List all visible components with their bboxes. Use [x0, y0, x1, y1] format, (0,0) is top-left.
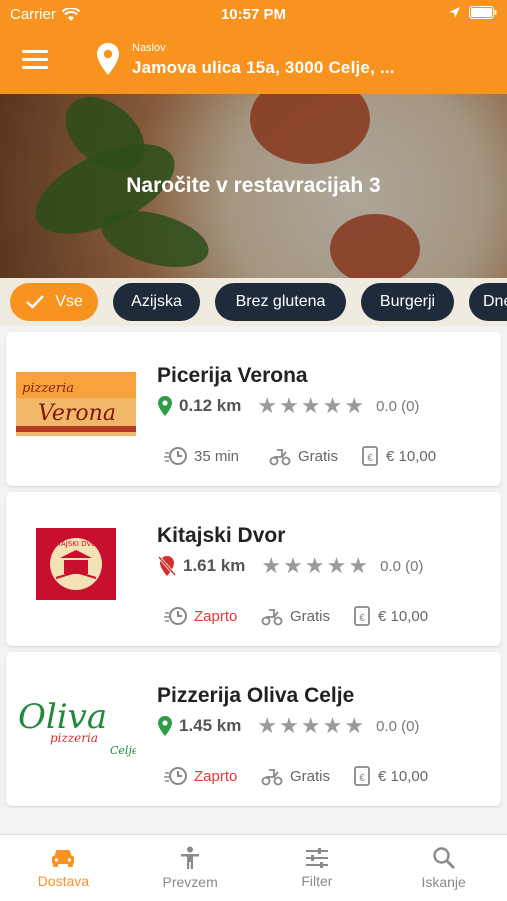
- restaurant-name: Pizzerija Oliva Celje: [157, 684, 355, 707]
- distance: 0.12 km: [179, 396, 242, 415]
- restaurant-card[interactable]: Oliva pizzeria Celje Pizzerija Oliva Cel…: [6, 652, 501, 806]
- distance-rating-row: 1.61 km ★ ★ ★ ★ ★ 0.0 (0): [157, 554, 423, 578]
- logo-text2: pizzeria: [50, 731, 98, 745]
- logo-text2: Verona: [38, 401, 116, 426]
- svg-text:€: €: [359, 773, 365, 784]
- battery-icon: [469, 6, 497, 19]
- tab-label: Filter: [301, 873, 333, 889]
- delivery-fee-value: Gratis: [290, 607, 331, 625]
- category-chips: Vse Azijska Brez glutena Burgerji Dne: [0, 278, 507, 326]
- tab-iskanje[interactable]: Iskanje: [380, 835, 507, 901]
- restaurant-meta: Zaprto Gratis € € 10,00: [164, 764, 428, 788]
- checkmark-icon: [26, 295, 45, 309]
- delivery-fee: Gratis: [260, 766, 352, 786]
- receipt-icon: €: [354, 766, 370, 786]
- rating-value: 0.0 (0): [380, 557, 424, 575]
- delivery-time: Zaprto: [164, 606, 260, 626]
- restaurant-name: Picerija Verona: [157, 364, 308, 387]
- receipt-icon: €: [354, 606, 370, 626]
- svg-text:€: €: [359, 613, 365, 624]
- delivery-time: Zaprto: [164, 766, 260, 786]
- location-pin-icon: [158, 716, 172, 736]
- filter-sliders-icon: [305, 848, 328, 868]
- chip-label: Azijska: [131, 293, 182, 310]
- chip-label: Brez glutena: [235, 293, 326, 310]
- chip-label: Vse: [55, 293, 83, 310]
- chip-label: Dne: [483, 293, 507, 310]
- distance-rating-row: 1.45 km ★ ★ ★ ★ ★ 0.0 (0): [157, 714, 419, 738]
- delivery-fee-value: Gratis: [290, 767, 331, 785]
- delivery-address-selector[interactable]: Jamova ulica 15a, 3000 Celje, ...: [132, 58, 395, 78]
- closed-status: Zaprto: [194, 607, 238, 625]
- chip-vse[interactable]: Vse: [10, 283, 98, 321]
- delivery-fee-value: Gratis: [298, 447, 339, 465]
- chip-dne[interactable]: Dne: [469, 283, 507, 321]
- chip-burgerji[interactable]: Burgerji: [361, 283, 454, 321]
- minimum-order: € € 10,00: [352, 605, 428, 627]
- car-icon: [52, 850, 75, 867]
- restaurant-card[interactable]: pizzeria Verona Picerija Verona 0.12 km …: [6, 332, 501, 486]
- rating-stars: ★ ★ ★ ★ ★: [257, 393, 365, 418]
- minimum-order-value: € 10,00: [386, 447, 437, 465]
- restaurant-logo: pizzeria Verona: [16, 372, 136, 436]
- location-arrow-icon: [449, 7, 460, 18]
- delivery-time: 35 min: [164, 446, 268, 466]
- tab-dostava[interactable]: Dostava: [0, 835, 127, 901]
- clock-icon: [164, 607, 187, 625]
- hero-banner: Naročite v restavracijah 3: [0, 94, 507, 278]
- restaurant-meta: Zaprto Gratis € € 10,00: [164, 604, 428, 628]
- delivery-fee: Gratis: [268, 446, 360, 466]
- chip-label: Burgerji: [379, 293, 436, 310]
- app-header: Naslov Jamova ulica 15a, 3000 Celje, ...: [0, 30, 507, 94]
- bottom-tab-bar: Dostava Prevzem Filter Iskanje: [0, 834, 507, 901]
- chip-azijska[interactable]: Azijska: [113, 283, 200, 321]
- tab-label: Iskanje: [421, 874, 466, 890]
- clock-icon: [164, 767, 187, 785]
- minimum-order: € € 10,00: [352, 765, 428, 787]
- tab-label: Prevzem: [162, 874, 218, 890]
- hero-title: Naročite v restavracijah 3: [126, 174, 381, 197]
- distance: 1.45 km: [179, 716, 242, 735]
- rating-stars: ★ ★ ★ ★ ★: [257, 713, 365, 738]
- tab-filter[interactable]: Filter: [254, 835, 381, 901]
- status-right: [448, 6, 497, 19]
- rating-value: 0.0 (0): [376, 397, 420, 415]
- person-icon: [181, 846, 200, 869]
- rating-stars: ★ ★ ★ ★ ★: [261, 553, 369, 578]
- minimum-order-value: € 10,00: [378, 607, 429, 625]
- address-label: Naslov: [132, 42, 166, 54]
- svg-text:€: €: [367, 453, 373, 464]
- restaurant-logo: Oliva pizzeria Celje: [18, 697, 136, 757]
- logo-text: pizzeria: [22, 381, 74, 396]
- location-pin-icon: [158, 396, 172, 416]
- logo-text: KITAJSKI DVOR: [51, 540, 102, 548]
- delivery-time-value: 35 min: [194, 447, 240, 465]
- status-time: 10:57 PM: [220, 6, 287, 23]
- location-pin-icon: [97, 43, 119, 75]
- tab-prevzem[interactable]: Prevzem: [127, 835, 254, 901]
- restaurant-name: Kitajski Dvor: [157, 524, 286, 547]
- delivery-scooter-icon: [269, 449, 291, 466]
- location-off-icon: [157, 556, 177, 576]
- minimum-order-value: € 10,00: [378, 767, 429, 785]
- distance: 1.61 km: [183, 556, 246, 575]
- delivery-fee: Gratis: [260, 606, 352, 626]
- delivery-scooter-icon: [261, 769, 283, 786]
- logo-text3: Celje: [110, 744, 136, 757]
- rating-value: 0.0 (0): [376, 717, 420, 735]
- receipt-icon: €: [362, 446, 378, 466]
- status-bar: Carrier 10:57 PM: [0, 0, 507, 30]
- chip-brez-glutena[interactable]: Brez glutena: [215, 283, 346, 321]
- tab-label: Dostava: [37, 873, 90, 889]
- search-icon: [432, 847, 455, 869]
- closed-status: Zaprto: [194, 767, 238, 785]
- restaurant-logo: KITAJSKI DVOR: [36, 528, 116, 600]
- restaurant-card[interactable]: KITAJSKI DVOR Kitajski Dvor 1.61 km ★ ★ ★ ★…: [6, 492, 501, 646]
- delivery-scooter-icon: [261, 609, 283, 626]
- hamburger-menu-button[interactable]: [22, 50, 48, 72]
- distance-rating-row: 0.12 km ★ ★ ★ ★ ★ 0.0 (0): [157, 394, 419, 418]
- minimum-order: € € 10,00: [360, 445, 436, 467]
- clock-icon: [164, 447, 187, 465]
- restaurant-meta: 35 min Gratis € € 10,00: [164, 444, 436, 468]
